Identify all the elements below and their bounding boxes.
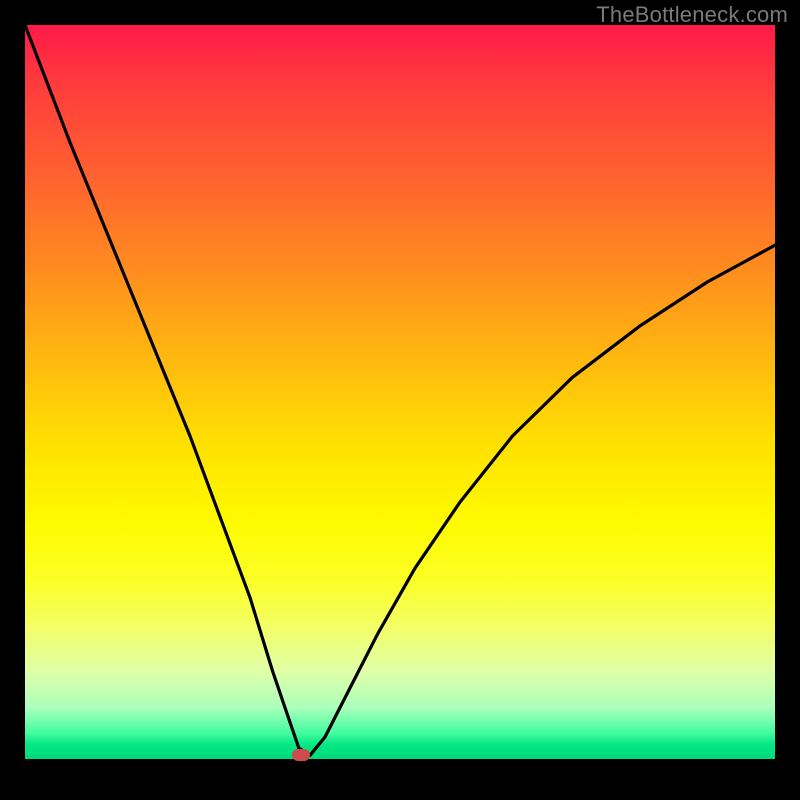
- minimum-marker: [292, 749, 310, 761]
- chart-area: [25, 25, 775, 775]
- bottleneck-curve: [25, 25, 775, 775]
- watermark-text: TheBottleneck.com: [596, 2, 788, 28]
